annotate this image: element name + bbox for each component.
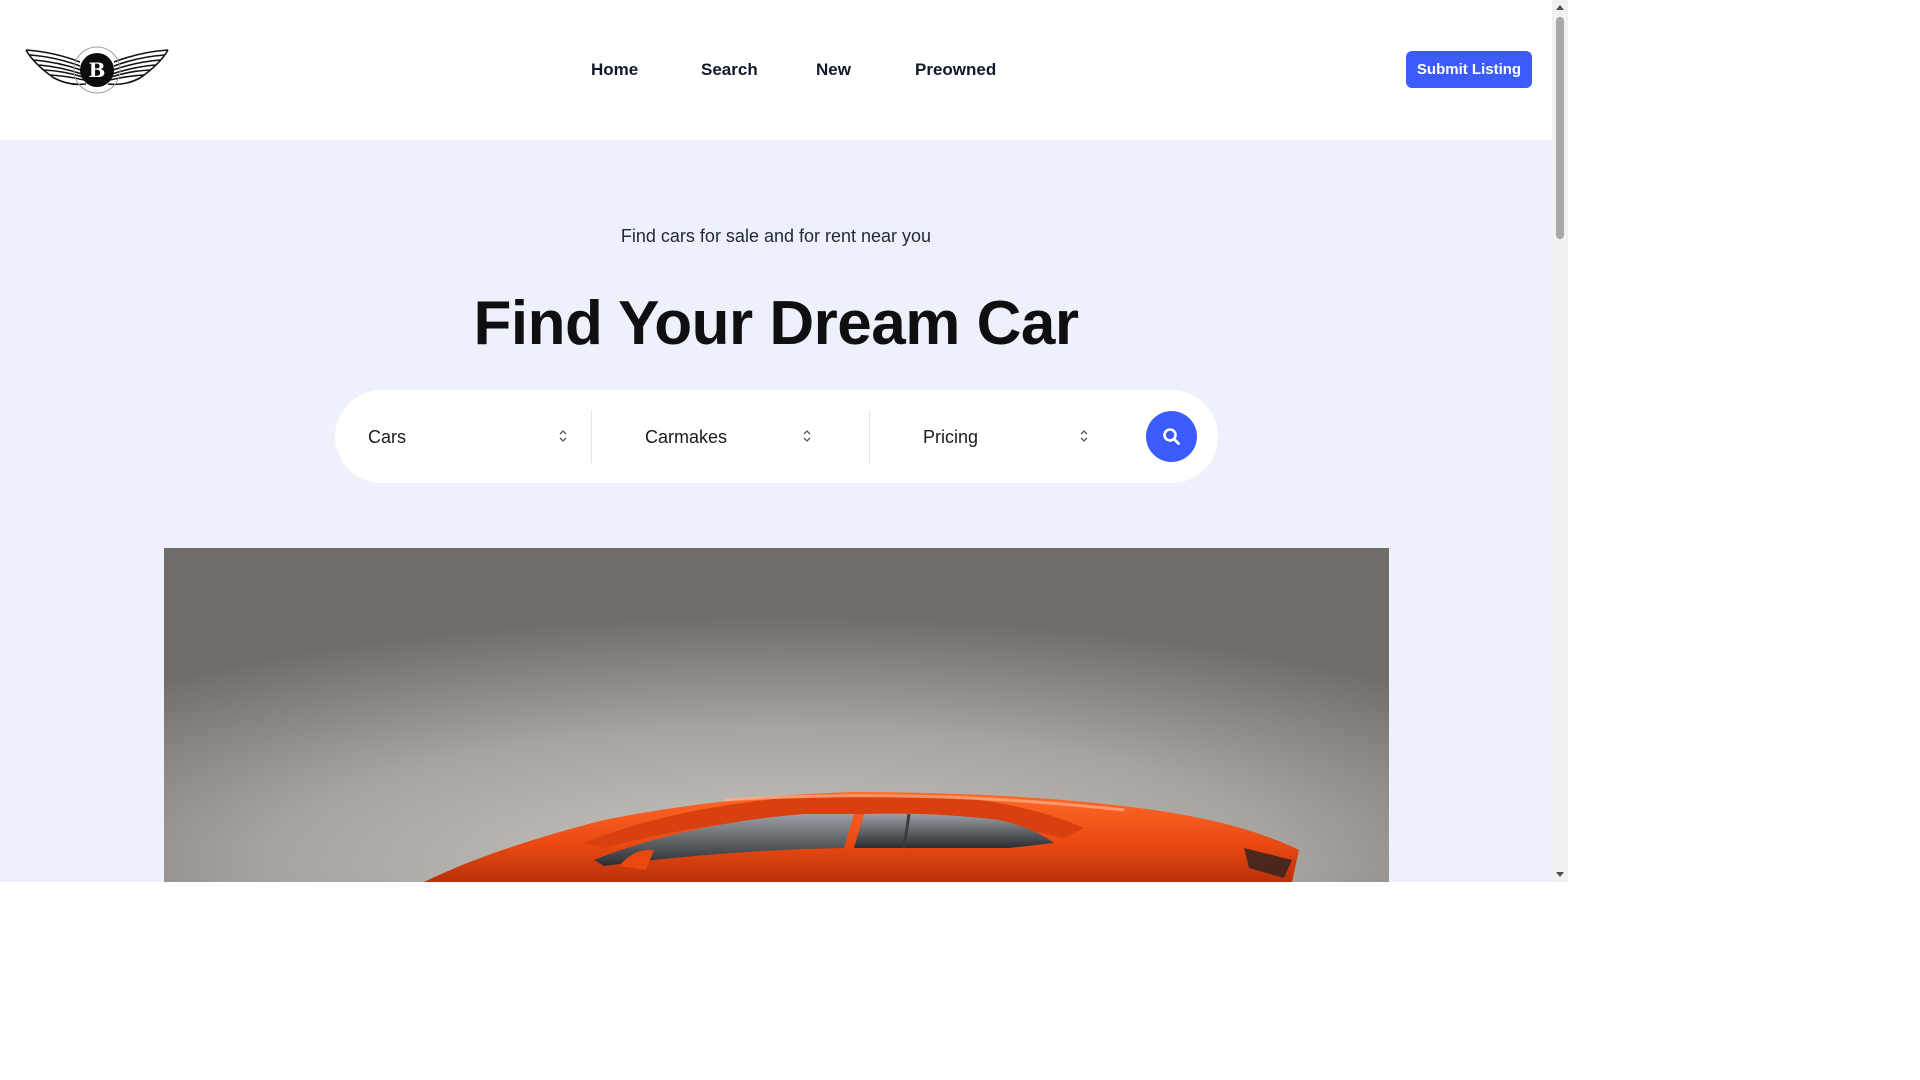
hero-subtitle: Find cars for sale and for rent near you xyxy=(620,226,932,246)
up-down-chevron-icon xyxy=(803,430,811,442)
orange-sports-car-photo xyxy=(164,548,1389,882)
car-type-value: Cars xyxy=(368,427,407,447)
hero-car-image xyxy=(164,548,1389,882)
pricing-select[interactable]: Pricing xyxy=(923,410,1133,463)
nav-search-link[interactable]: Search xyxy=(701,58,758,82)
search-divider xyxy=(591,410,592,463)
submit-listing-button[interactable]: Submit Listing xyxy=(1406,51,1532,88)
hero-section: Find cars for sale and for rent near you… xyxy=(0,140,1552,882)
scrollbar-thumb[interactable] xyxy=(1556,17,1564,239)
car-search-bar: Cars Carmakes Pricing xyxy=(335,390,1218,483)
main-nav: Home Search New Preowned xyxy=(0,58,1552,82)
carmake-select[interactable]: Carmakes xyxy=(645,410,855,463)
nav-new-link[interactable]: New xyxy=(816,58,851,82)
scroll-down-arrow-icon[interactable] xyxy=(1552,866,1568,882)
car-type-select[interactable]: Cars xyxy=(368,410,578,463)
pricing-value: Pricing xyxy=(923,427,979,447)
nav-preowned-link[interactable]: Preowned xyxy=(915,58,996,82)
search-divider xyxy=(869,410,870,463)
search-submit-button[interactable] xyxy=(1146,411,1197,462)
hero-title: Find Your Dream Car xyxy=(473,289,1079,358)
search-icon xyxy=(1163,428,1180,445)
scroll-up-arrow-icon[interactable] xyxy=(1552,0,1568,16)
up-down-chevron-icon xyxy=(559,430,567,442)
page: B Home Search New Preowned Submit Listin… xyxy=(0,0,1568,882)
site-header: B Home Search New Preowned Submit Listin… xyxy=(0,0,1552,140)
nav-home-link[interactable]: Home xyxy=(591,58,638,82)
carmake-value: Carmakes xyxy=(645,427,728,447)
up-down-chevron-icon xyxy=(1080,430,1088,442)
vertical-scrollbar[interactable] xyxy=(1552,0,1568,882)
